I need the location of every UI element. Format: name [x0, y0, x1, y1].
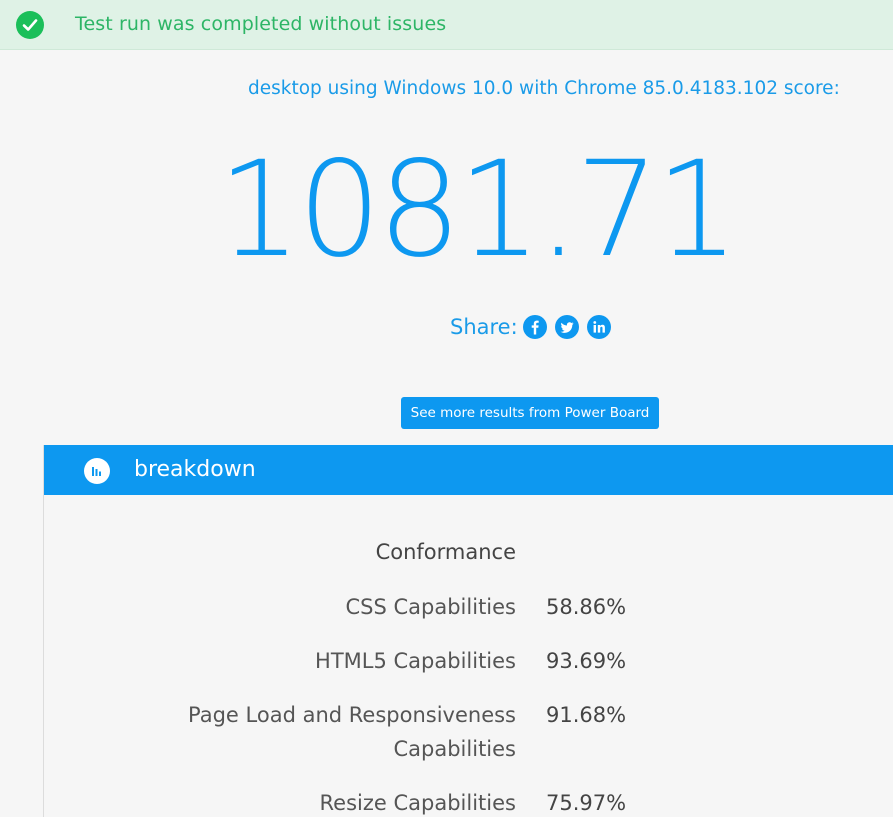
linkedin-icon[interactable] — [586, 315, 611, 339]
row-label-page-load: Page Load and Responsiveness Capabilitie… — [188, 703, 516, 761]
facebook-icon[interactable] — [522, 315, 547, 339]
results-page: Test run was completed without issues de… — [0, 0, 893, 817]
breakdown-header: breakdown — [44, 445, 893, 495]
score-value: 1081.71 — [217, 133, 740, 287]
row-label-html5: HTML5 Capabilities — [315, 649, 516, 673]
breakdown-panel: breakdown Conformance CSS Capabilities 5… — [43, 445, 893, 817]
row-value-resize: 75.97% — [546, 791, 627, 815]
breakdown-title: breakdown — [134, 457, 256, 482]
section-title: Conformance — [375, 540, 516, 564]
twitter-icon[interactable] — [554, 315, 579, 339]
more-results-button[interactable]: See more results from Power Board — [401, 397, 659, 429]
banner-message: Test run was completed without issues — [75, 13, 447, 35]
score-caption: desktop using Windows 10.0 with Chrome 8… — [248, 78, 840, 99]
share-row: Share: — [450, 313, 619, 341]
share-label: Share: — [450, 315, 518, 339]
row-label-css: CSS Capabilities — [345, 595, 517, 619]
bar-chart-icon — [84, 458, 110, 484]
row-value-html5: 93.69% — [546, 649, 627, 673]
success-banner: Test run was completed without issues — [0, 0, 893, 50]
row-value-page-load: 91.68% — [546, 703, 627, 727]
row-value-css: 58.86% — [546, 595, 627, 619]
check-circle-icon — [16, 11, 44, 39]
row-label-resize: Resize Capabilities — [319, 791, 516, 815]
